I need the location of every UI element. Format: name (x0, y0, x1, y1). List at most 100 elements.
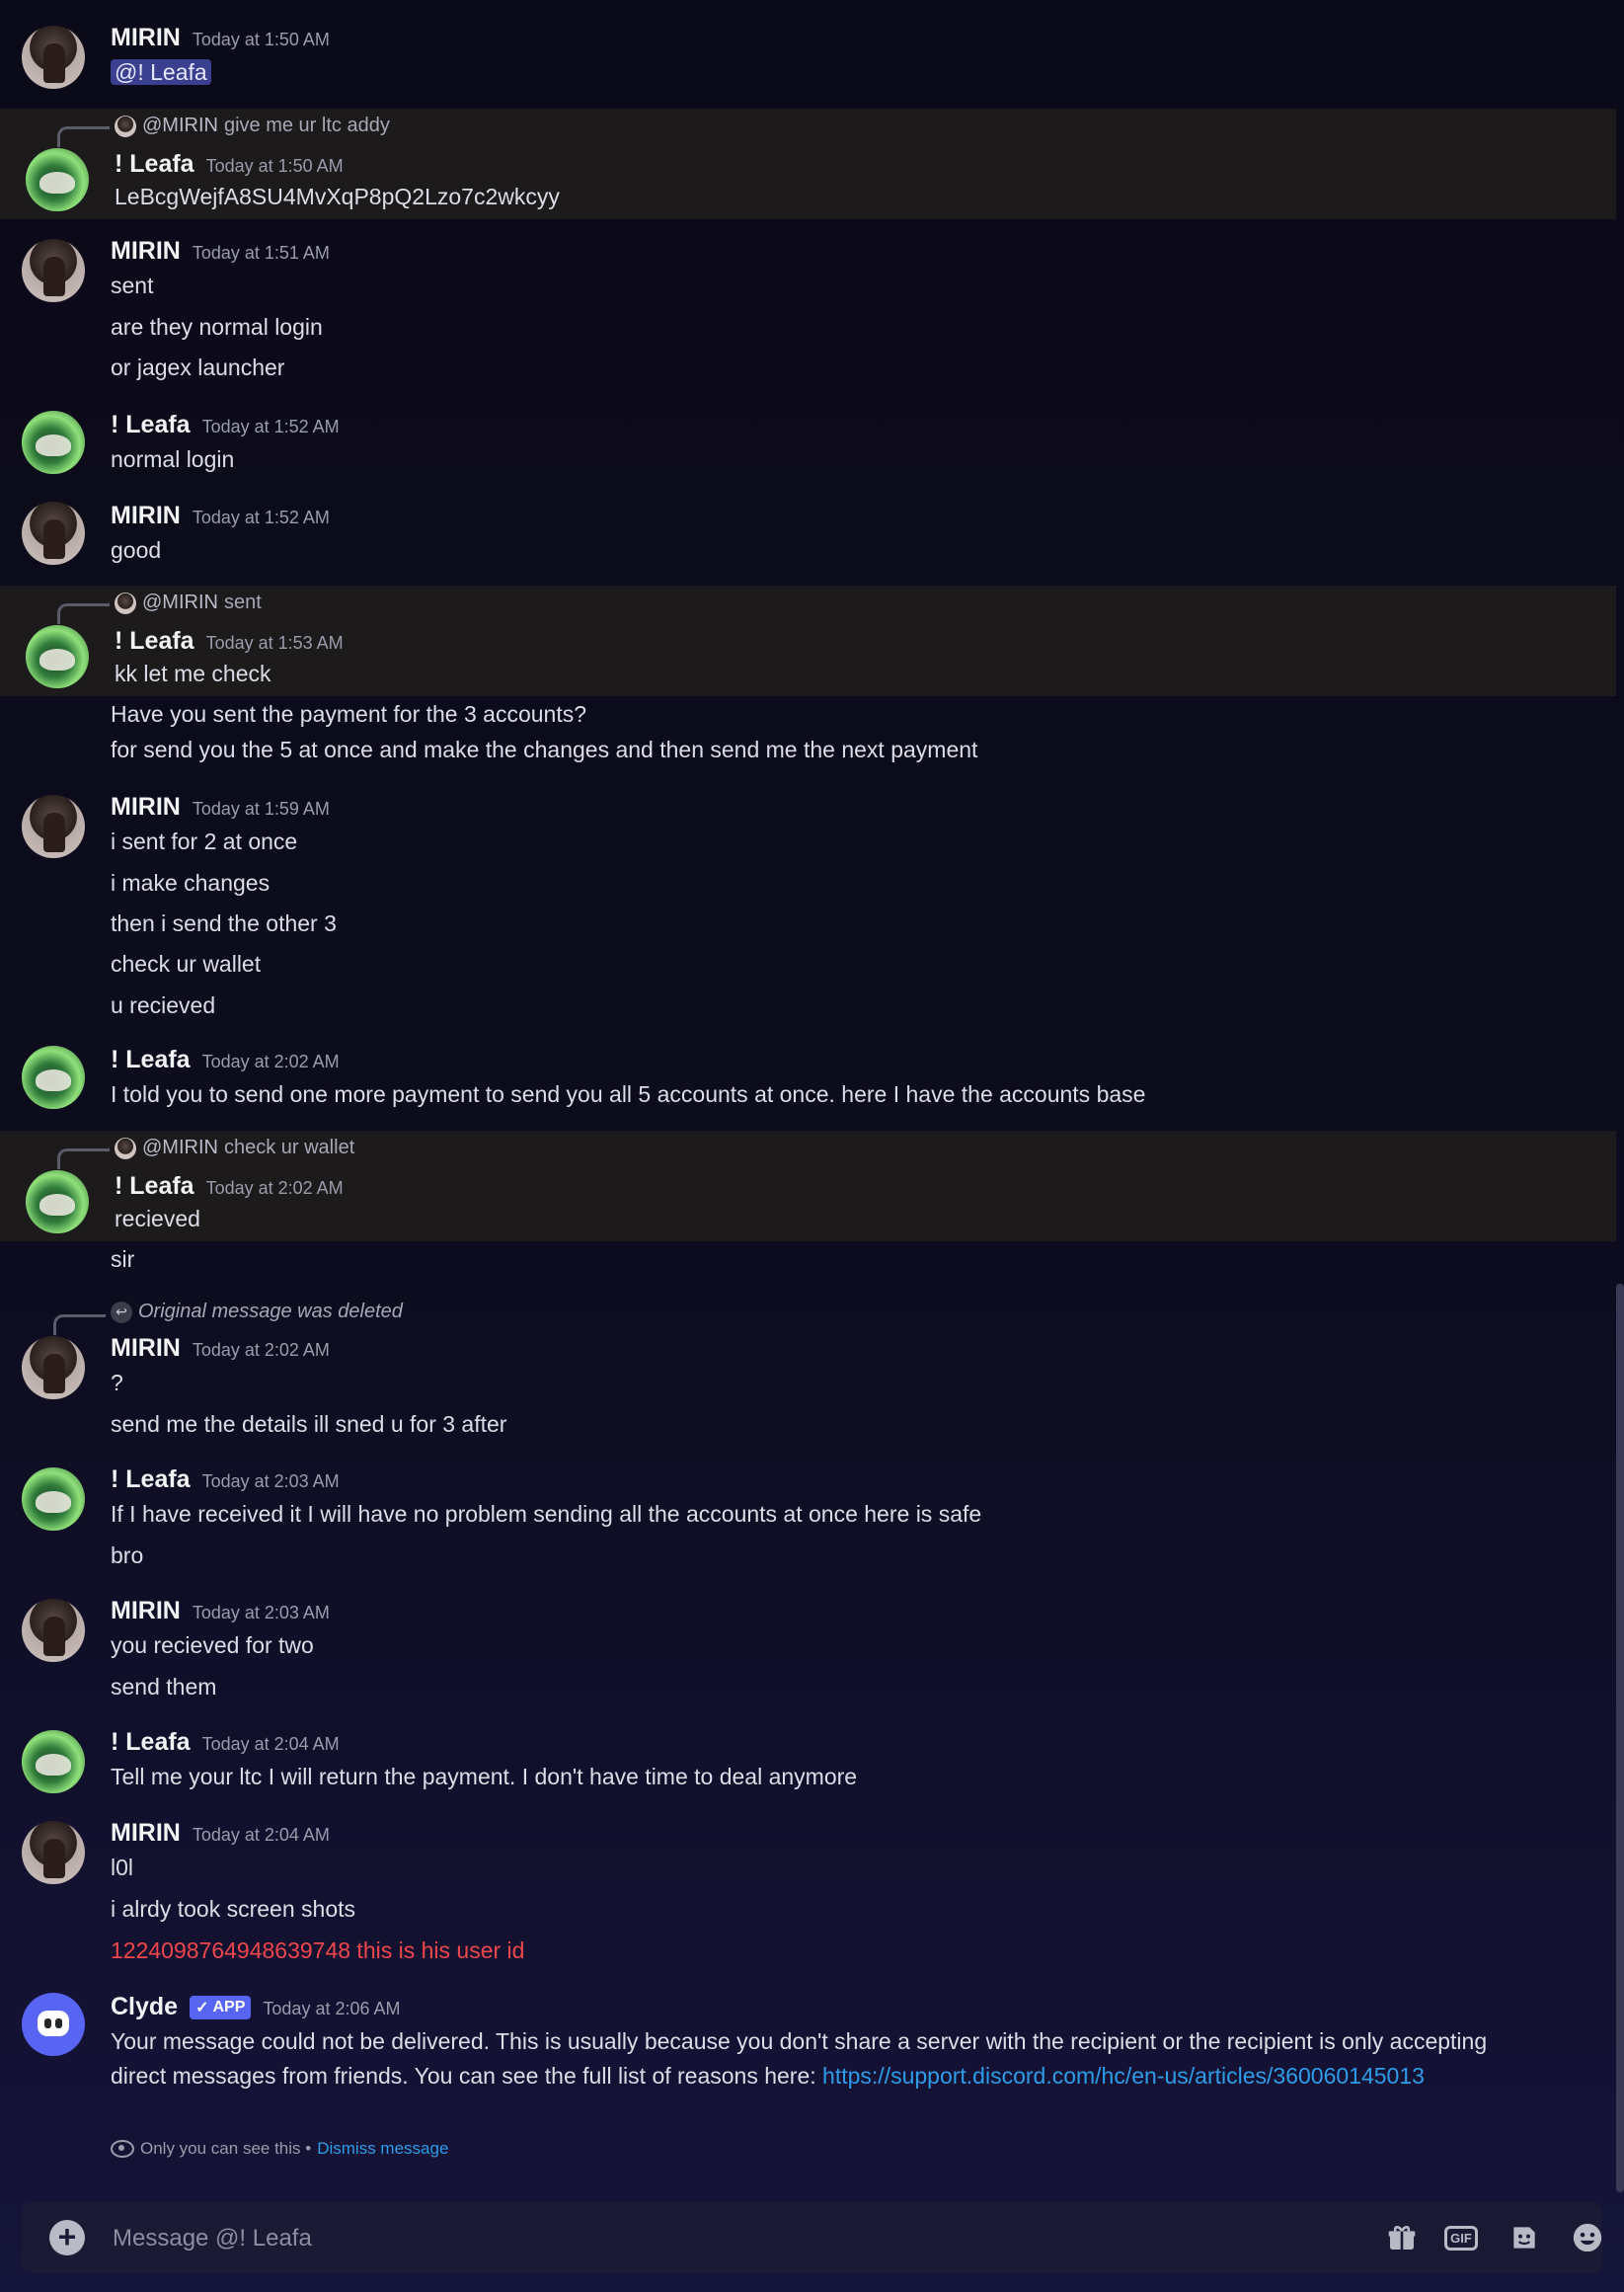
timestamp: Today at 1:59 AM (192, 799, 330, 819)
author-name[interactable]: MIRIN (111, 502, 181, 530)
reply-reference[interactable]: @MIRIN sent (115, 592, 262, 614)
message-group: MIRIN Today at 1:59 AM i sent for 2 at o… (0, 785, 1612, 1032)
avatar[interactable] (22, 1993, 85, 2056)
author-name[interactable]: MIRIN (111, 1597, 181, 1625)
message-text: you recieved for two (111, 1632, 314, 1658)
message-group: ! Leafa Today at 2:02 AM I told you to s… (0, 1040, 1612, 1124)
ephemeral-notice: Only you can see this • Dismiss message (111, 2139, 448, 2159)
clyde-bot-icon (38, 2011, 69, 2036)
reply-deleted-text: Original message was deleted (138, 1301, 403, 1322)
message-group: MIRIN Today at 2:04 AM l0l i alrdy took … (0, 1813, 1612, 1976)
author-name[interactable]: MIRIN (111, 1819, 181, 1848)
timestamp: Today at 2:02 AM (201, 1052, 340, 1071)
author-name[interactable]: ! Leafa (115, 1172, 194, 1201)
message-group: ! Leafa Today at 1:52 AM normal login (0, 403, 1612, 487)
message-list: MIRIN Today at 1:50 AM @! Leafa @MIRIN g… (0, 0, 1616, 2197)
message-text: check ur wallet (111, 951, 262, 977)
reply-reference-deleted: ↩ Original message was deleted (111, 1301, 403, 1323)
message-input[interactable] (111, 2216, 1299, 2261)
user-mention[interactable]: @! Leafa (111, 59, 211, 85)
avatar[interactable] (22, 1467, 85, 1531)
author-name[interactable]: ! Leafa (115, 627, 194, 656)
reply-reference[interactable]: @MIRIN give me ur ltc addy (115, 115, 390, 137)
avatar[interactable] (22, 26, 85, 89)
message-text: send them (111, 1674, 217, 1699)
message-group: MIRIN Today at 1:52 AM good (0, 494, 1612, 578)
author-name[interactable]: MIRIN (111, 237, 181, 266)
author-name[interactable]: ! Leafa (111, 1728, 191, 1757)
avatar[interactable] (22, 1046, 85, 1109)
gif-icon[interactable]: GIF (1443, 2220, 1479, 2255)
reply-spine (57, 126, 110, 147)
avatar[interactable] (26, 148, 89, 211)
message-text: LeBcgWejfA8SU4MvXqP8pQ2Lzo7c2wkcyy (115, 184, 560, 209)
avatar[interactable] (22, 1336, 85, 1399)
reply-snippet: sent (223, 592, 262, 613)
reply-author: @MIRIN (142, 592, 218, 613)
system-message: Clyde ✓ APP Today at 2:06 AM Your messag… (0, 1987, 1612, 2174)
reply-snippet: check ur wallet (223, 1137, 355, 1158)
author-name[interactable]: ! Leafa (115, 150, 194, 179)
timestamp: Today at 1:51 AM (192, 243, 330, 263)
add-attachment-icon[interactable]: + (49, 2220, 85, 2255)
avatar[interactable] (26, 625, 89, 688)
message-text: u recieved (111, 992, 216, 1018)
author-name[interactable]: MIRIN (111, 793, 181, 822)
message-group: MIRIN Today at 1:50 AM @! Leafa (0, 10, 1612, 99)
message-text: Tell me your ltc I will return the payme… (111, 1764, 858, 1789)
sticker-icon[interactable] (1507, 2220, 1542, 2255)
message-text: l0l (111, 1855, 134, 1880)
message-composer: + GIF (22, 2202, 1602, 2273)
message-group: ↩ Original message was deleted MIRIN Tod… (0, 1297, 1612, 1445)
reply-spine (57, 603, 110, 624)
avatar[interactable] (26, 1170, 89, 1233)
message-text: recieved (115, 1206, 200, 1231)
avatar[interactable] (22, 795, 85, 858)
gift-icon[interactable] (1384, 2220, 1420, 2255)
reply-reference[interactable]: @MIRIN check ur wallet (115, 1137, 354, 1159)
timestamp: Today at 2:02 AM (205, 1178, 344, 1198)
author-name[interactable]: MIRIN (111, 24, 181, 52)
message-group: ! Leafa Today at 2:04 AM Tell me your lt… (0, 1722, 1612, 1806)
scrollbar-thumb[interactable] (1616, 1284, 1624, 2192)
timestamp: Today at 1:50 AM (192, 30, 330, 49)
message-text-alert: 1224098764948639748 this is his user id (111, 1937, 525, 1963)
reply-author: @MIRIN (142, 1137, 218, 1158)
reply-spine (53, 1314, 106, 1335)
message-group: ! Leafa Today at 2:03 AM If I have recei… (0, 1460, 1612, 1583)
message-text: I told you to send one more payment to s… (111, 1081, 1146, 1107)
author-name[interactable]: ! Leafa (111, 1046, 191, 1074)
dismiss-message-link[interactable]: Dismiss message (317, 2139, 448, 2159)
only-you-text: Only you can see this • (140, 2139, 312, 2158)
emoji-icon[interactable] (1570, 2220, 1605, 2255)
timestamp: Today at 2:03 AM (201, 1471, 340, 1491)
timestamp: Today at 1:53 AM (205, 633, 344, 653)
message-text: i make changes (111, 870, 271, 896)
timestamp: Today at 1:50 AM (205, 156, 344, 176)
timestamp: Today at 2:04 AM (201, 1734, 340, 1754)
message-text: Have you sent the payment for the 3 acco… (111, 701, 587, 727)
avatar[interactable] (22, 502, 85, 565)
avatar[interactable] (22, 239, 85, 302)
avatar[interactable] (22, 1730, 85, 1793)
message-text: bro (111, 1542, 144, 1568)
message-group: MIRIN Today at 1:51 AM sent are they nor… (0, 225, 1612, 393)
author-name[interactable]: Clyde (111, 1993, 178, 2021)
message-text: sent (111, 273, 154, 298)
app-badge: ✓ APP (190, 1996, 252, 2019)
message-group-highlighted: @MIRIN check ur wallet ! Leafa Today at … (0, 1131, 1616, 1241)
reply-avatar (115, 592, 136, 614)
message-text: send me the details ill sned u for 3 aft… (111, 1411, 507, 1437)
message-text: good (111, 537, 162, 563)
timestamp: Today at 1:52 AM (201, 417, 340, 436)
avatar[interactable] (22, 411, 85, 474)
timestamp: Today at 2:02 AM (192, 1340, 330, 1360)
message-text: or jagex launcher (111, 355, 285, 380)
avatar[interactable] (22, 1599, 85, 1662)
timestamp: Today at 2:04 AM (192, 1825, 330, 1845)
author-name[interactable]: ! Leafa (111, 411, 191, 439)
avatar[interactable] (22, 1821, 85, 1884)
author-name[interactable]: ! Leafa (111, 1465, 191, 1494)
support-link[interactable]: https://support.discord.com/hc/en-us/art… (822, 2063, 1425, 2089)
author-name[interactable]: MIRIN (111, 1334, 181, 1363)
